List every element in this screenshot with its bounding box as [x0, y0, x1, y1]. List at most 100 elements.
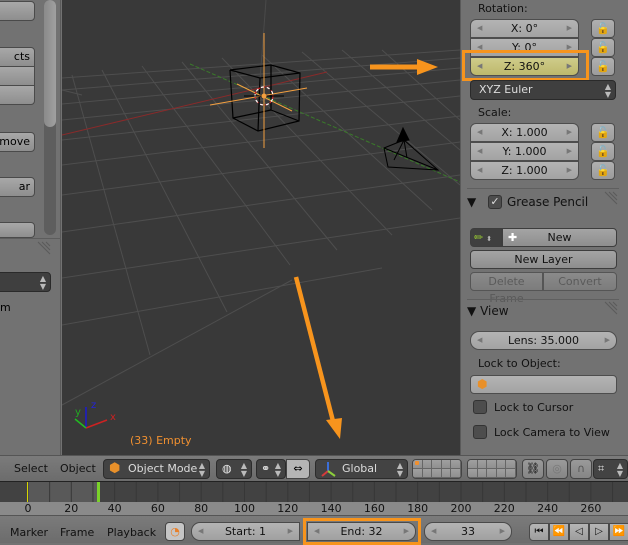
scale-y-field[interactable]: ◀ Y: 1.000 ▶ — [470, 142, 579, 161]
lens-field[interactable]: ◀ Lens: 35.000 ▶ — [470, 331, 617, 350]
timeline-ruler[interactable]: 0 20 40 60 80 100 120 140 160 180 200 220 240 260 — [0, 502, 628, 515]
lock-icon[interactable]: 🔓 — [591, 142, 615, 161]
tool-button[interactable] — [0, 222, 35, 238]
view-header[interactable]: ▼ View — [467, 304, 509, 318]
panel-drag-handle-icon[interactable] — [603, 300, 619, 316]
menu-playback[interactable]: Playback — [107, 526, 156, 539]
tool-button[interactable] — [0, 66, 35, 86]
play-button[interactable]: ▷ — [589, 523, 609, 541]
lock-to-object-field[interactable]: ⬢ — [470, 375, 617, 394]
timeline-tick-label: 0 — [24, 502, 32, 515]
tool-button-remove[interactable]: move — [0, 132, 35, 152]
lock-icon[interactable]: 🔓 — [591, 161, 615, 180]
menu-marker[interactable]: Marker — [10, 526, 48, 539]
new-grease-pencil-button[interactable]: ✚ New — [502, 228, 617, 247]
proportional-edit-icon[interactable]: ◎ — [546, 459, 568, 479]
annotation-arrow-down — [293, 276, 342, 439]
panel-drag-handle-icon[interactable] — [36, 240, 52, 256]
mode-dropdown[interactable]: ⬢ Object Mode ▲ ▼ — [103, 459, 210, 479]
grease-pencil-header[interactable]: ▼ — [467, 195, 476, 209]
annotation-highlight — [462, 50, 589, 81]
grease-pencil-checkbox[interactable]: ✓ — [488, 195, 502, 209]
panel-drag-handle-icon[interactable] — [603, 190, 619, 206]
timeline-tick-label: 180 — [407, 502, 429, 515]
snap-element-dropdown[interactable]: ⌗ ▲ ▼ — [593, 459, 628, 479]
tool-shelf: cts move ar ▲ ▼ m — [0, 0, 61, 455]
lock-icon[interactable]: 🔓 — [591, 123, 615, 142]
tool-button[interactable] — [0, 85, 35, 105]
timeline-tick-label: 100 — [234, 502, 255, 515]
manipulator-toggle[interactable]: ⇔ — [286, 459, 310, 479]
scale-x-field[interactable]: ◀ X: 1.000 ▶ — [470, 123, 579, 142]
scrollbar-thumb[interactable] — [44, 0, 56, 127]
pivot-icon: ⚭ — [261, 462, 271, 475]
collapse-triangle-icon: ▼ — [467, 195, 477, 209]
jump-to-keyframe-back-button[interactable]: ⏪ — [549, 523, 569, 541]
start-frame-field[interactable]: ◀ Start: 1 ▶ — [191, 522, 300, 541]
grease-pencil-title: Grease Pencil — [507, 195, 589, 209]
divider — [467, 299, 619, 300]
lock-icon[interactable]: 🔓 — [591, 38, 615, 57]
timeline-tick-label: 260 — [580, 502, 602, 515]
timeline-tick-label: 220 — [493, 502, 515, 515]
current-frame-indicator[interactable] — [97, 482, 100, 502]
timeline-tick-label: 160 — [363, 502, 385, 515]
menu-object[interactable]: Object — [60, 462, 96, 475]
operator-dropdown[interactable]: ▲ ▼ — [0, 272, 51, 292]
timeline-header: Marker Frame Playback ◔ ◀ Start: 1 ▶ ◀ End:… — [0, 515, 628, 545]
preview-range-clock-icon[interactable]: ◔ — [165, 522, 185, 541]
active-object-label: (33) Empty — [130, 434, 192, 447]
annotation-highlight — [303, 518, 421, 545]
jump-to-start-button[interactable]: ⏮ — [529, 523, 549, 541]
transform-orientation-dropdown[interactable]: Global ▲ ▼ — [315, 459, 408, 479]
3d-viewport[interactable]: z y x (33) Empty — [62, 0, 460, 455]
menu-select[interactable]: Select — [14, 462, 48, 475]
tool-button[interactable]: cts — [0, 47, 35, 67]
lock-icon[interactable]: 🔓 — [591, 19, 615, 38]
timeline-tick-label: 80 — [194, 502, 209, 515]
timeline[interactable] — [0, 481, 628, 502]
grease-pencil-selector[interactable]: ✏ ⬍ — [470, 228, 502, 247]
scale-z-field[interactable]: ◀ Z: 1.000 ▶ — [470, 161, 579, 180]
3d-view-header: Select Object ⬢ Object Mode ▲ ▼ ◍ ▲ ▼ ⚭ ▲ ▼… — [0, 455, 628, 481]
updown-arrow-icon: ▲ ▼ — [240, 461, 247, 478]
rotation-label: Rotation: — [478, 2, 528, 15]
convert-button[interactable]: Convert — [543, 272, 617, 291]
gizmo-z-label: z — [91, 400, 97, 411]
divider — [0, 238, 61, 239]
viewport-shading-dropdown[interactable]: ◍ ▲ ▼ — [216, 459, 252, 479]
viewport-scene — [62, 0, 460, 439]
updown-arrow-icon: ▲ ▼ — [274, 461, 281, 478]
collapse-triangle-icon: ▼ — [467, 304, 477, 318]
gizmo-y-label: y — [75, 407, 81, 418]
tool-button-clear[interactable]: ar — [0, 177, 35, 197]
timeline-tick-label: 120 — [277, 502, 299, 515]
timeline-grid — [27, 482, 614, 502]
divider — [467, 188, 619, 189]
lock-camera-checkbox[interactable] — [473, 425, 487, 439]
current-frame-field[interactable]: ◀ 33 ▶ — [424, 522, 512, 541]
lock-scene-layers-icon[interactable]: ⛓ — [522, 459, 544, 479]
rotation-mode-dropdown[interactable]: XYZ Euler ▲ ▼ — [470, 80, 616, 100]
scale-label: Scale: — [478, 106, 512, 119]
jump-to-keyframe-forward-button[interactable]: ⏩ — [609, 523, 628, 541]
lock-icon[interactable]: 🔓 — [591, 57, 615, 76]
menu-frame[interactable]: Frame — [60, 526, 94, 539]
operator-text: m — [0, 301, 11, 314]
object-cube-icon: ⬢ — [109, 461, 121, 476]
snap-magnet-icon[interactable]: ∩ — [570, 459, 592, 479]
timeline-tick-label: 60 — [150, 502, 165, 515]
play-reverse-button[interactable]: ◁ — [569, 523, 589, 541]
timeline-tick-label: 140 — [320, 502, 342, 515]
layer-buttons-1[interactable] — [412, 459, 462, 479]
layer-buttons-2[interactable] — [467, 459, 517, 479]
floor-grid — [62, 49, 460, 406]
lock-to-cursor-checkbox[interactable] — [473, 400, 487, 414]
updown-arrow-icon: ▲ ▼ — [604, 82, 611, 99]
rotation-x-field[interactable]: ◀ X: 0° ▶ — [470, 19, 579, 38]
tool-button[interactable] — [0, 1, 35, 21]
delete-frame-button[interactable]: Delete Frame — [470, 272, 543, 305]
pivot-point-dropdown[interactable]: ⚭ ▲ ▼ — [256, 459, 286, 479]
updown-arrow-icon: ▲ ▼ — [616, 461, 623, 478]
new-layer-button[interactable]: New Layer — [470, 250, 617, 269]
